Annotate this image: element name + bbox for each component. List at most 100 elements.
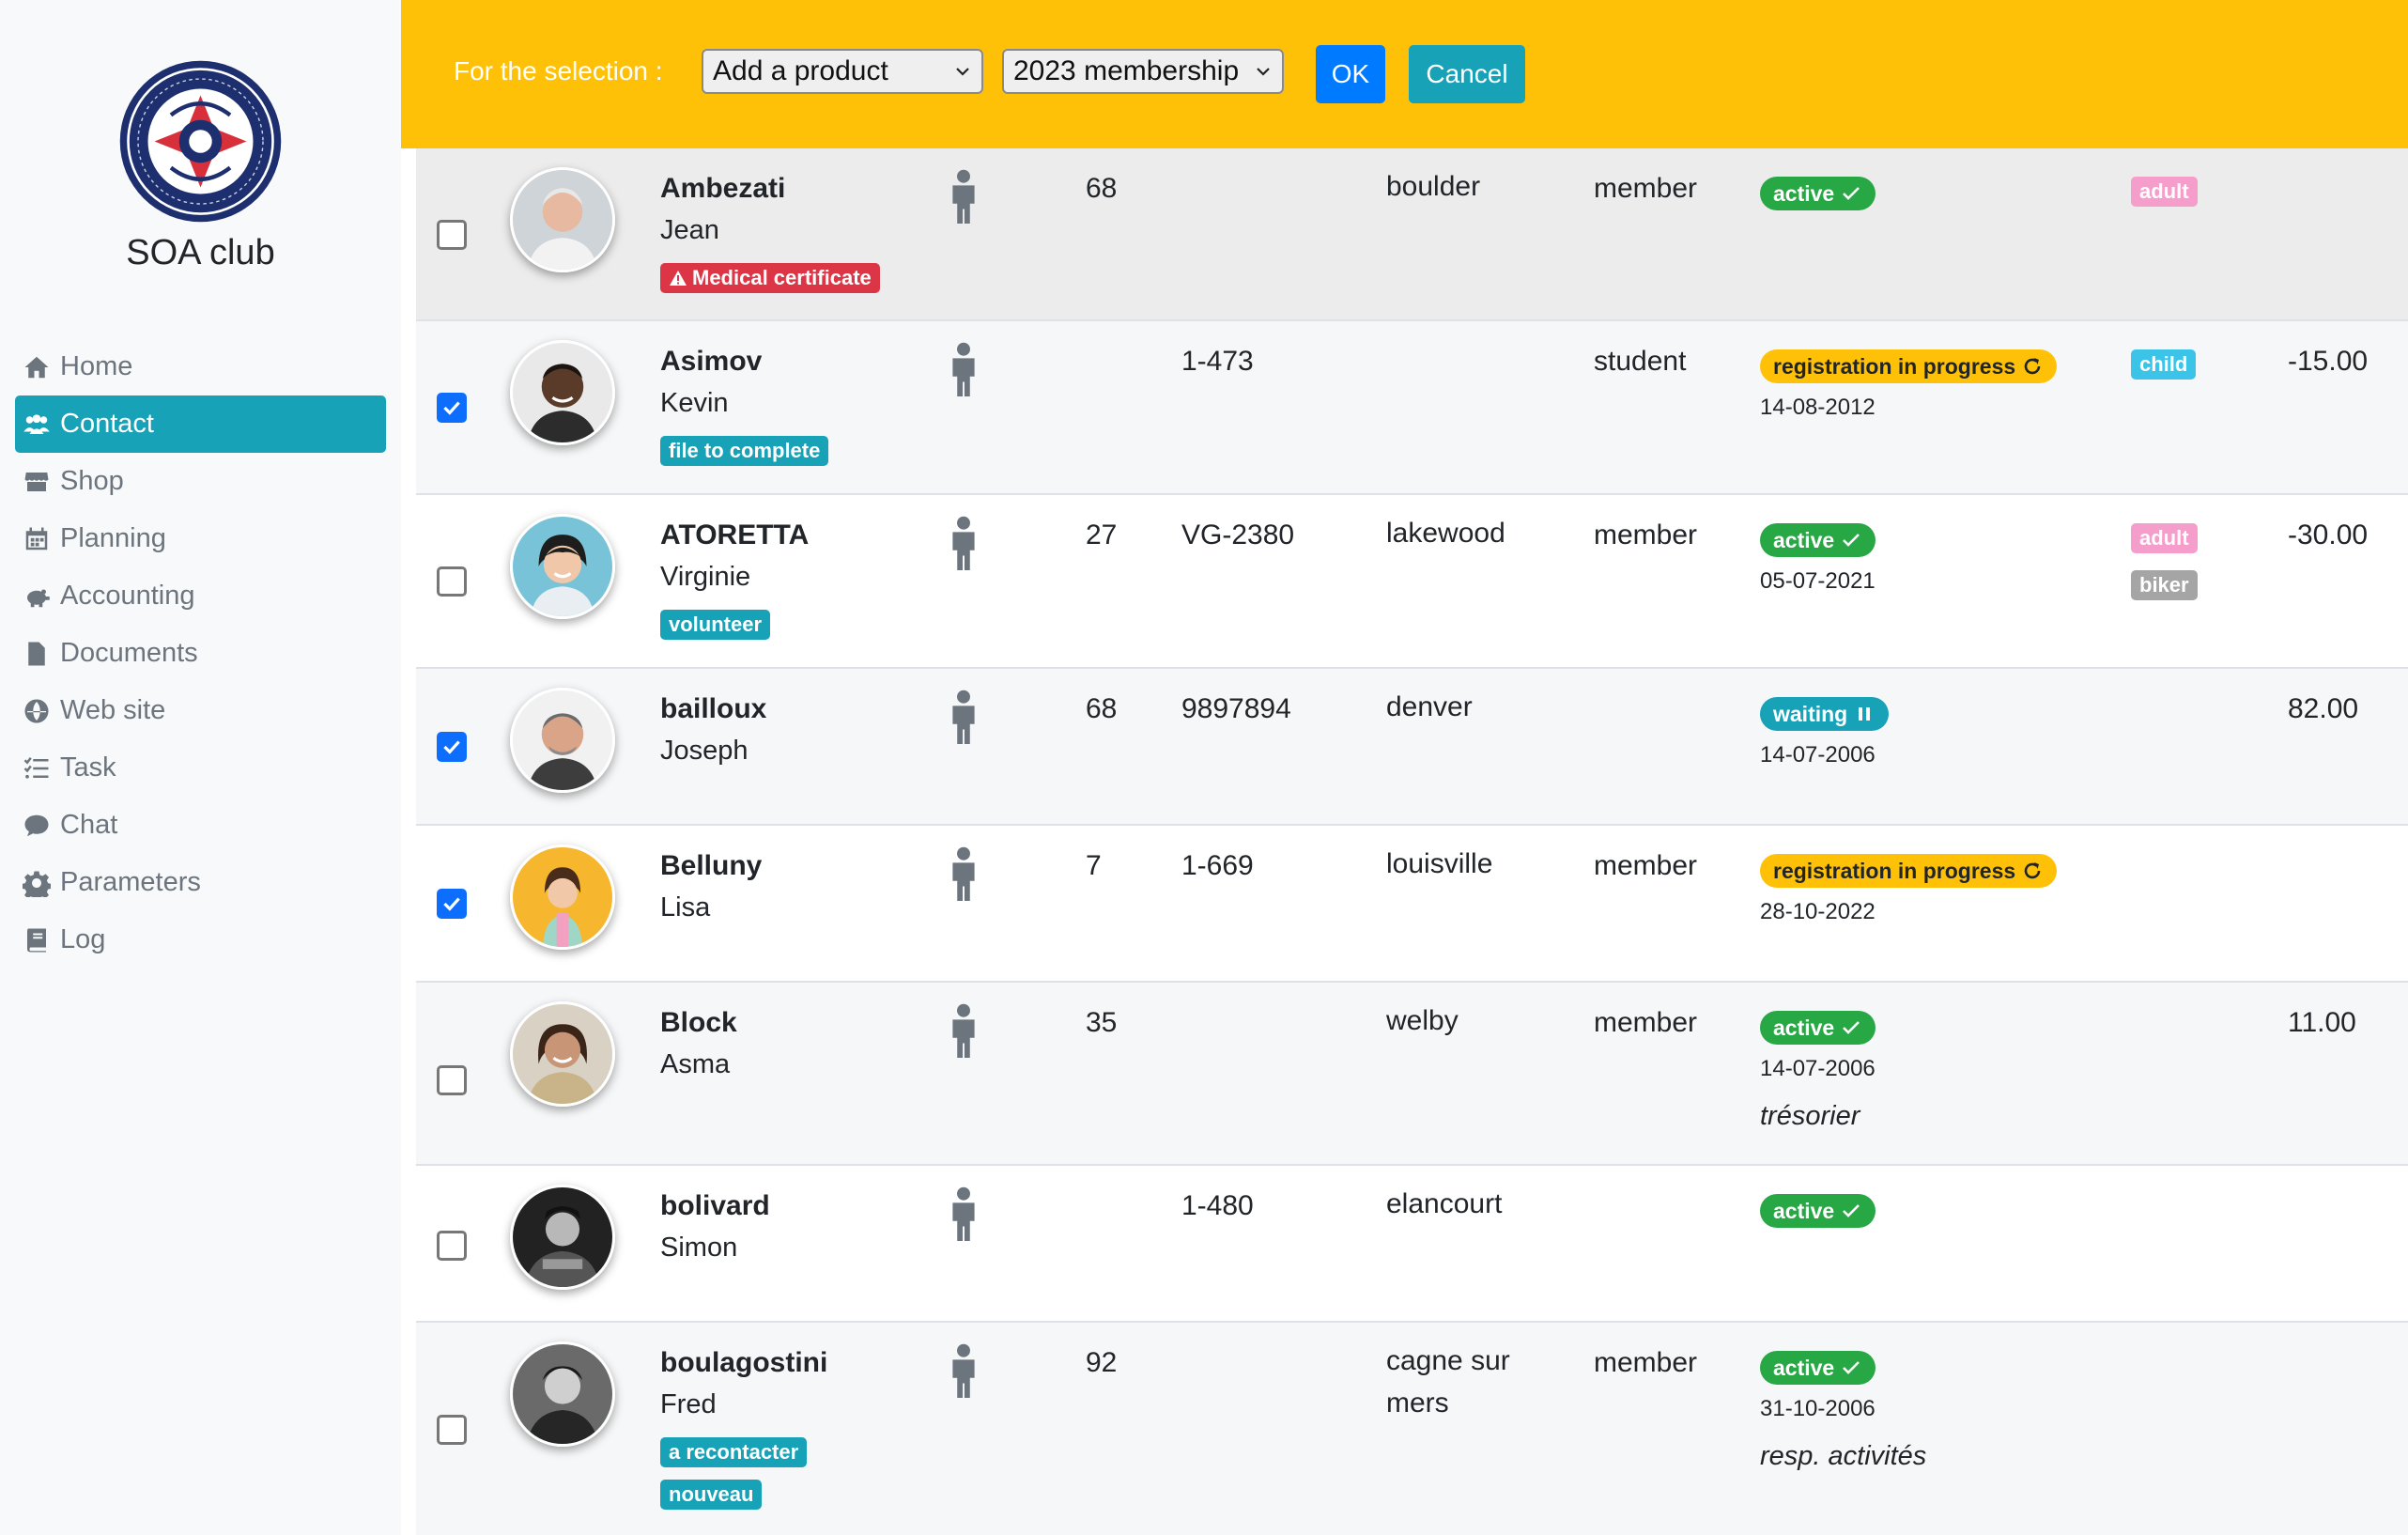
- contact-row[interactable]: Belluny Lisa 7 1-669 louisville member r…: [416, 826, 2408, 983]
- club-logo[interactable]: [118, 59, 283, 224]
- row-checkbox[interactable]: [437, 1231, 467, 1261]
- nav-item-shop[interactable]: Shop: [15, 453, 386, 510]
- main-nav: Home Contact Shop Planning Accounting Do…: [15, 338, 386, 969]
- first-name: Joseph: [660, 736, 749, 766]
- license-number: 1-669: [1181, 850, 1254, 881]
- member-type: member: [1594, 173, 1698, 204]
- balance-amount: 11.00: [2288, 1007, 2356, 1038]
- users-icon: [23, 413, 50, 434]
- first-name: Simon: [660, 1233, 738, 1263]
- nav-item-documents[interactable]: Documents: [15, 625, 386, 682]
- last-name[interactable]: Asimov: [660, 346, 762, 378]
- status-badge: active: [1760, 523, 1876, 557]
- balance-amount: -30.00: [2288, 519, 2369, 550]
- status-date: 31-10-2006: [1760, 1396, 1875, 1421]
- nav-item-log[interactable]: Log: [15, 911, 386, 969]
- cancel-button[interactable]: Cancel: [1409, 45, 1525, 103]
- status-date: 14-08-2012: [1760, 395, 1875, 420]
- pause-icon: [1859, 707, 1871, 721]
- last-name[interactable]: ATORETTA: [660, 519, 809, 551]
- nav-item-accounting[interactable]: Accounting: [15, 567, 386, 625]
- nav-label: Chat: [60, 810, 118, 840]
- status-badge: active: [1760, 177, 1876, 210]
- last-name[interactable]: bailloux: [660, 693, 766, 725]
- membership-select[interactable]: 2023 membership: [1002, 49, 1284, 94]
- row-checkbox[interactable]: [437, 889, 467, 919]
- ok-button[interactable]: OK: [1316, 45, 1385, 103]
- nav-item-home[interactable]: Home: [15, 338, 386, 395]
- first-name: Virginie: [660, 562, 751, 592]
- avatar[interactable]: [510, 340, 615, 445]
- club-name: SOA club: [126, 233, 275, 272]
- age: 92: [1086, 1347, 1118, 1378]
- refresh-icon: [2024, 862, 2041, 879]
- contact-row[interactable]: Asimov Kevin file to complete 1-473 stud…: [416, 321, 2408, 495]
- category-badge: adult: [2131, 177, 2198, 207]
- category-badge: child: [2131, 349, 2197, 380]
- last-name[interactable]: Block: [660, 1007, 737, 1039]
- last-name[interactable]: bolivard: [660, 1190, 770, 1222]
- check-icon: [1843, 1204, 1860, 1217]
- status-label: registration in progress: [1773, 353, 2016, 379]
- nav-item-task[interactable]: Task: [15, 739, 386, 797]
- last-name[interactable]: Belluny: [660, 850, 762, 882]
- chevron-down-icon: [1257, 68, 1270, 76]
- person-icon: [952, 1186, 975, 1241]
- row-checkbox[interactable]: [437, 1415, 467, 1445]
- contact-row[interactable]: bailloux Joseph 68 9897894 denver waitin…: [416, 669, 2408, 826]
- selection-bar: For the selection : Add a product 2023 m…: [401, 0, 2408, 148]
- row-checkbox[interactable]: [437, 393, 467, 423]
- product-select-value: Add a product: [713, 55, 888, 86]
- row-checkbox[interactable]: [437, 220, 467, 250]
- check-icon: [1843, 1361, 1860, 1374]
- category-badge: biker: [2131, 570, 2198, 600]
- avatar[interactable]: [510, 167, 615, 272]
- check-icon: [443, 897, 460, 911]
- contact-row[interactable]: ATORETTA Virginie volunteer 27 VG-2380 l…: [416, 495, 2408, 669]
- tag-label: Medical certificate: [692, 266, 872, 289]
- calendar-icon: [25, 527, 48, 550]
- check-icon: [443, 401, 460, 415]
- nav-item-parameters[interactable]: Parameters: [15, 854, 386, 911]
- status-label: active: [1773, 1015, 1835, 1040]
- nav-item-contact[interactable]: Contact: [15, 395, 386, 453]
- status-badge: waiting: [1760, 697, 1890, 731]
- contact-row[interactable]: bolivard Simon 1-480 elancourt active: [416, 1166, 2408, 1323]
- row-checkbox[interactable]: [437, 732, 467, 762]
- balance-amount: 82.00: [2288, 693, 2359, 724]
- status-badge: active: [1760, 1351, 1876, 1385]
- nav-label: Planning: [60, 523, 166, 553]
- age: 68: [1086, 693, 1118, 724]
- avatar[interactable]: [510, 845, 615, 950]
- nav-item-chat[interactable]: Chat: [15, 797, 386, 854]
- row-checkbox[interactable]: [437, 566, 467, 597]
- city: boulder: [1386, 171, 1481, 202]
- member-type: member: [1594, 1007, 1698, 1038]
- check-icon: [1843, 1021, 1860, 1034]
- row-checkbox[interactable]: [437, 1065, 467, 1095]
- nav-label: Home: [60, 351, 133, 381]
- avatar[interactable]: [510, 1341, 615, 1447]
- age: 35: [1086, 1007, 1118, 1038]
- status-date: 14-07-2006: [1760, 742, 1875, 768]
- product-select[interactable]: Add a product: [702, 49, 983, 94]
- check-icon: [1843, 187, 1860, 200]
- avatar[interactable]: [510, 1185, 615, 1290]
- contact-row[interactable]: Ambezati Jean Medical certificate 68 bou…: [416, 148, 2408, 321]
- nav-item-planning[interactable]: Planning: [15, 510, 386, 567]
- last-name[interactable]: Ambezati: [660, 173, 785, 205]
- contact-row[interactable]: boulagostini Fred a recontacter nouveau …: [416, 1323, 2408, 1535]
- avatar[interactable]: [510, 514, 615, 619]
- medical-certificate-tag: Medical certificate: [660, 263, 880, 293]
- nav-item-website[interactable]: Web site: [15, 682, 386, 739]
- avatar[interactable]: [510, 688, 615, 793]
- age: 7: [1086, 850, 1102, 881]
- file-icon: [28, 642, 45, 665]
- avatar[interactable]: [510, 1001, 615, 1107]
- check-icon: [443, 740, 460, 754]
- last-name[interactable]: boulagostini: [660, 1347, 827, 1379]
- contact-row[interactable]: Block Asma 35 welby member active 14-07-…: [416, 983, 2408, 1166]
- status-date: 14-07-2006: [1760, 1056, 1875, 1081]
- person-icon: [952, 690, 975, 744]
- gear-icon: [23, 871, 51, 897]
